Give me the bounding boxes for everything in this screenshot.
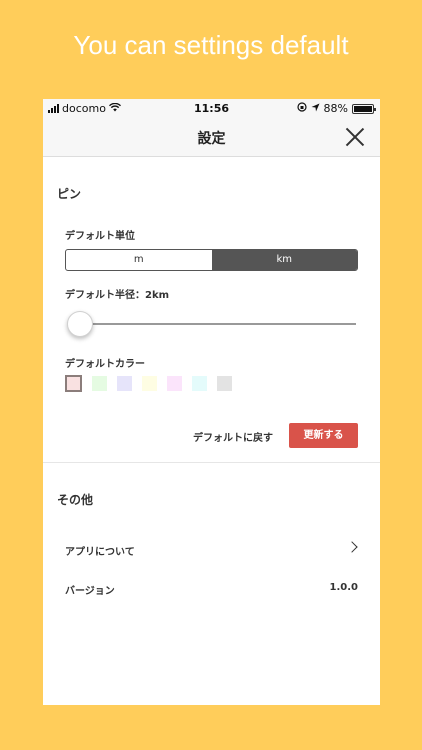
reset-defaults-button[interactable]: デフォルトに戻す bbox=[193, 429, 273, 444]
status-right: 88% bbox=[296, 102, 376, 115]
chevron-right-icon bbox=[346, 541, 358, 553]
unit-option-km[interactable]: km bbox=[211, 250, 357, 270]
about-app-label: アプリについて bbox=[65, 547, 135, 558]
color-swatch-magenta[interactable] bbox=[167, 376, 182, 391]
location-arrow-icon bbox=[311, 102, 320, 115]
section-title-other: その他 bbox=[57, 493, 94, 507]
rotation-lock-icon bbox=[296, 102, 307, 115]
battery-icon bbox=[352, 103, 376, 114]
phone-screen: docomo 11:56 88% 設定 ピン デフォルト単位 m km デフォル… bbox=[43, 99, 380, 705]
default-color-label: デフォルトカラー bbox=[65, 359, 145, 370]
navigation-bar: 設定 bbox=[43, 117, 380, 157]
color-swatch-purple[interactable] bbox=[117, 376, 132, 391]
close-icon[interactable] bbox=[345, 127, 365, 147]
about-app-row[interactable]: アプリについて bbox=[65, 539, 358, 559]
version-label: バージョン bbox=[65, 586, 115, 597]
color-swatch-pink[interactable] bbox=[65, 375, 82, 392]
default-radius-label: デフォルト半径：2km bbox=[65, 290, 170, 301]
version-value: 1.0.0 bbox=[329, 582, 358, 593]
section-title-pin: ピン bbox=[57, 187, 82, 201]
version-row: バージョン 1.0.0 bbox=[65, 578, 358, 598]
color-swatch-green[interactable] bbox=[92, 376, 107, 391]
status-bar: docomo 11:56 88% bbox=[43, 99, 380, 117]
battery-percent: 88% bbox=[323, 102, 348, 115]
color-swatch-row bbox=[65, 375, 232, 392]
default-unit-label: デフォルト単位 bbox=[65, 231, 135, 242]
update-button[interactable]: 更新する bbox=[289, 423, 358, 448]
promo-headline: You can settings default bbox=[73, 30, 349, 60]
color-swatch-gray[interactable] bbox=[217, 376, 232, 391]
radius-slider-thumb[interactable] bbox=[67, 311, 93, 337]
color-swatch-yellow[interactable] bbox=[142, 376, 157, 391]
page-title: 設定 bbox=[197, 131, 226, 147]
section-divider bbox=[43, 462, 380, 463]
radius-slider-track[interactable] bbox=[69, 323, 356, 325]
unit-segmented-control[interactable]: m km bbox=[65, 249, 358, 271]
unit-option-m[interactable]: m bbox=[66, 250, 212, 270]
color-swatch-cyan[interactable] bbox=[192, 376, 207, 391]
